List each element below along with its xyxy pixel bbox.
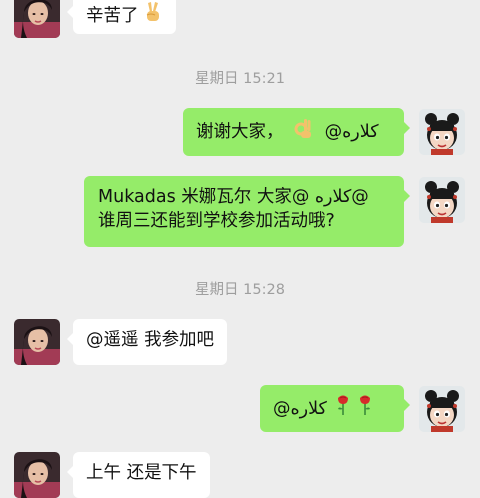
- message-text: 辛苦了: [86, 6, 139, 26]
- woman-portrait-icon: [14, 0, 60, 38]
- woman-portrait-icon: [14, 452, 60, 498]
- mention-text: @كلاره: [273, 399, 327, 419]
- woman-portrait-icon: [14, 319, 60, 365]
- cartoon-girl-icon: [419, 177, 465, 223]
- message-bubble[interactable]: 上午 还是下午: [67, 452, 210, 498]
- my-avatar[interactable]: [419, 177, 465, 223]
- my-avatar[interactable]: [419, 109, 465, 155]
- chat-message-list[interactable]: 辛苦了 星期日 15:21 谢谢大家， @كلاره Mukadas 米娜瓦尔 …: [0, 0, 480, 498]
- rose-icon: [335, 394, 351, 416]
- message-text: @遥遥 我参加吧: [86, 330, 215, 350]
- rose-icon: [357, 394, 373, 416]
- message-text-line-2: 谁周三还能到学校参加活动哦?: [98, 211, 335, 231]
- contact-avatar[interactable]: [14, 0, 60, 38]
- message-bubble[interactable]: @كلاره: [260, 385, 410, 432]
- message-text-line-1: Mukadas 米娜瓦尔 大家@ كلاره@: [98, 187, 369, 207]
- message-bubble[interactable]: 辛苦了: [67, 0, 176, 34]
- mention-text: @كلاره: [324, 122, 379, 142]
- ok-hand-icon: [293, 117, 313, 139]
- contact-avatar[interactable]: [14, 319, 60, 365]
- victory-hand-icon: [143, 1, 163, 23]
- message-bubble[interactable]: Mukadas 米娜瓦尔 大家@ كلاره@ 谁周三还能到学校参加活动哦?: [84, 176, 410, 247]
- timestamp: 星期日 15:28: [195, 282, 285, 298]
- contact-avatar[interactable]: [14, 452, 60, 498]
- cartoon-girl-icon: [419, 386, 465, 432]
- cartoon-girl-icon: [419, 109, 465, 155]
- timestamp: 星期日 15:21: [195, 71, 285, 87]
- message-bubble[interactable]: 谢谢大家， @كلاره: [183, 108, 410, 156]
- message-text: 上午 还是下午: [86, 463, 197, 483]
- message-text: 谢谢大家，: [196, 122, 290, 142]
- message-bubble[interactable]: @遥遥 我参加吧: [66, 319, 228, 365]
- my-avatar[interactable]: [419, 386, 465, 432]
